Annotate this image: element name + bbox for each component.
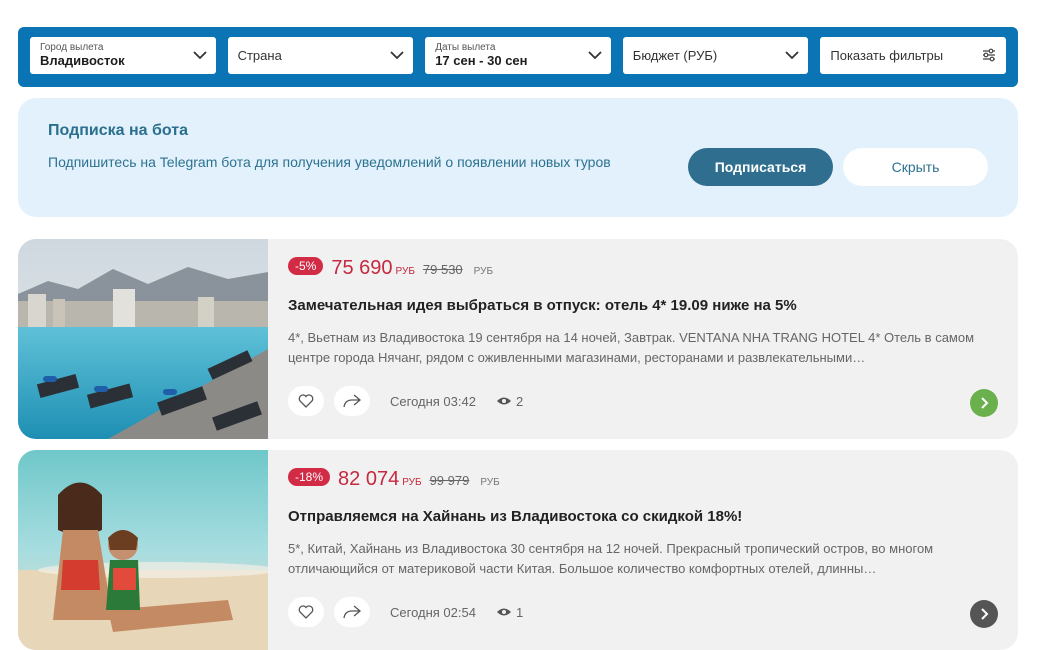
departure-city-value: Владивосток: [40, 53, 125, 68]
discount-badge: -18%: [288, 468, 331, 486]
chevron-right-icon: [981, 608, 989, 620]
current-price: 75 690 РУБ: [331, 257, 415, 279]
tour-content: -5% 75 690 РУБ 79 530 РУБ Замечательная ид…: [288, 257, 998, 368]
tour-actions: Сегодня 03:42 2: [288, 386, 523, 416]
bot-subscription-banner: Подписка на бота Подпишитесь на Telegram…: [18, 98, 1018, 217]
country-select[interactable]: Страна: [227, 37, 414, 74]
favorite-button[interactable]: [288, 597, 324, 627]
tour-actions: Сегодня 02:54 1: [288, 597, 523, 627]
heart-icon: [298, 605, 314, 619]
price-row: -5% 75 690 РУБ 79 530 РУБ: [288, 257, 998, 283]
price-row: -18% 82 074 РУБ 99 979 РУБ: [288, 468, 998, 494]
publish-date: Сегодня 02:54: [390, 604, 476, 620]
heart-icon: [298, 394, 314, 408]
tour-photo-beach: [18, 450, 268, 650]
tour-card[interactable]: -18% 82 074 РУБ 99 979 РУБ Отправляемся на…: [18, 450, 1018, 650]
old-price: 79 530: [422, 262, 463, 277]
share-button[interactable]: [334, 597, 370, 627]
old-price: 99 979: [429, 473, 470, 488]
publish-date: Сегодня 03:42: [390, 393, 476, 409]
chevron-down-icon: [785, 51, 800, 60]
chevron-down-icon: [588, 51, 602, 60]
current-price: 82 074 РУБ: [338, 468, 422, 490]
views-count: 1: [496, 605, 523, 620]
eye-icon: [496, 397, 511, 405]
budget-select[interactable]: Бюджет (РУБ): [622, 37, 809, 74]
banner-title: Подписка на бота: [48, 122, 188, 139]
budget-placeholder: Бюджет (РУБ): [632, 48, 718, 63]
chevron-down-icon: [192, 51, 207, 60]
departure-dates-value: 17 сен - 30 сен: [435, 53, 528, 68]
banner-text: Подпишитесь на Telegram бота для получен…: [48, 154, 611, 170]
old-price-currency: РУБ: [480, 477, 500, 488]
share-icon: [343, 605, 361, 619]
chevron-down-icon: [390, 51, 404, 60]
tour-description: 5*, Китай, Хайнань из Владивостока 30 се…: [288, 541, 934, 576]
tour-description: 4*, Вьетнам из Владивостока 19 сентября …: [288, 330, 975, 365]
share-button[interactable]: [334, 386, 370, 416]
old-price-currency: РУБ: [473, 266, 494, 277]
share-icon: [343, 394, 361, 408]
tour-card[interactable]: -5% 75 690 РУБ 79 530 РУБ Замечательная ид…: [18, 239, 1018, 439]
departure-city-select[interactable]: Город вылета Владивосток: [30, 37, 216, 74]
sliders-icon: [982, 48, 995, 62]
tour-content: -18% 82 074 РУБ 99 979 РУБ Отправляемся на…: [288, 468, 998, 579]
tour-title[interactable]: Замечательная идея выбраться в отпуск: о…: [288, 297, 998, 314]
show-filters-button[interactable]: Показать фильтры: [820, 37, 1006, 74]
chevron-right-icon: [981, 397, 989, 409]
tour-title[interactable]: Отправляемся на Хайнань из Владивостока …: [288, 508, 998, 525]
open-tour-button[interactable]: [970, 600, 998, 628]
views-count: 2: [496, 394, 523, 409]
departure-dates-select[interactable]: Даты вылета 17 сен - 30 сен: [425, 37, 611, 74]
subscribe-button[interactable]: Подписаться: [688, 148, 833, 186]
departure-city-label: Город вылета: [40, 42, 104, 53]
eye-icon: [496, 608, 511, 616]
hide-button[interactable]: Скрыть: [843, 148, 988, 186]
show-filters-label: Показать фильтры: [830, 48, 944, 63]
tour-photo-pool: [18, 239, 268, 439]
discount-badge: -5%: [288, 257, 324, 275]
favorite-button[interactable]: [288, 386, 324, 416]
country-placeholder: Страна: [237, 48, 282, 63]
open-tour-button[interactable]: [970, 389, 998, 417]
search-filter-bar: Город вылета Владивосток Страна Даты выл…: [18, 27, 1018, 87]
departure-dates-label: Даты вылета: [435, 42, 496, 53]
